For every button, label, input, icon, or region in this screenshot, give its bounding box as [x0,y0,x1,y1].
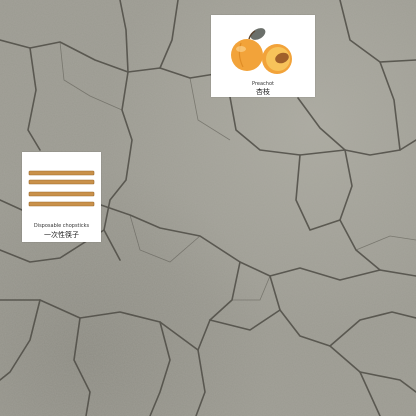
caption-english: Preachot [252,81,274,87]
chopsticks-icon [28,170,95,207]
caption-chinese: 杏枝 [256,88,270,96]
caption-chinese: 一次性筷子 [44,231,79,239]
game-board: Preachot 杏枝 Disposable chopsticks 一次性筷子 [0,0,416,416]
card-apricot[interactable]: Preachot 杏枝 [211,15,315,97]
apricot-icon [231,28,292,74]
card-chopsticks[interactable]: Disposable chopsticks 一次性筷子 [22,152,101,242]
caption-english: Disposable chopsticks [33,223,90,229]
